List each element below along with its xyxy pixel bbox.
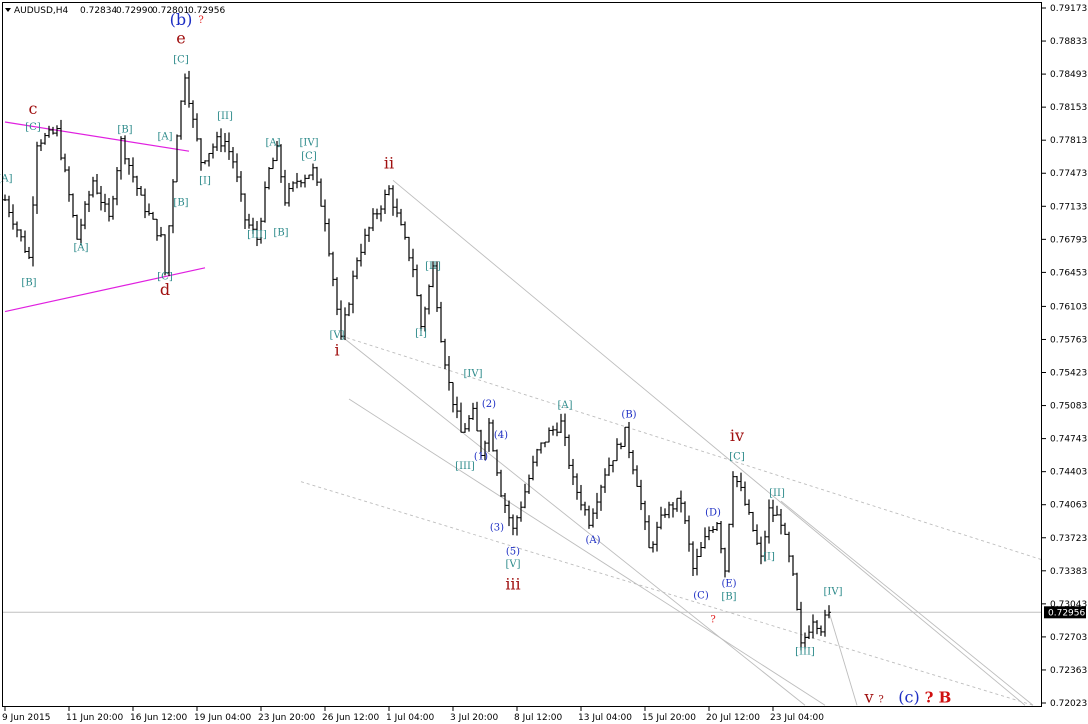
y-tick-label: 0.78493 (1050, 70, 1087, 80)
wave-label: [B] (721, 591, 736, 602)
wave-label: [II] (769, 488, 785, 499)
wave-label: [V] (329, 330, 344, 341)
wave-label: (2) (482, 399, 496, 410)
y-tick-label: 0.74063 (1050, 501, 1087, 511)
wave-label: [A] (157, 132, 172, 143)
wave-label: [IV] (464, 369, 483, 380)
wave-label: [A] (265, 137, 280, 148)
x-tick-label: 1 Jul 04:00 (386, 713, 435, 723)
x-tick-label: 3 Jul 20:00 (450, 713, 499, 723)
wave-label: [A] (73, 242, 88, 253)
wave-label: d (160, 280, 170, 299)
y-tick-label: 0.77813 (1050, 136, 1087, 146)
wave-label: [A] (0, 173, 13, 184)
y-tick-label: 0.77473 (1050, 169, 1087, 179)
y-tick-label: 0.77133 (1050, 202, 1087, 212)
wave-label: ? (198, 15, 203, 26)
open-value: 0.72834 (80, 6, 117, 16)
y-tick-label: 0.72023 (1050, 699, 1087, 709)
y-tick-label: 0.75423 (1050, 369, 1087, 379)
wave-label: [C] (173, 55, 189, 66)
x-tick-label: 13 Jul 04:00 (578, 713, 632, 723)
x-tick-label: 16 Jun 12:00 (130, 713, 187, 723)
high-value: 0.72990 (116, 6, 153, 16)
y-tick-label: 0.76103 (1050, 302, 1087, 312)
wave-label: [C] (729, 451, 745, 462)
wave-label: [B] (117, 125, 132, 136)
y-tick-label: 0.78153 (1050, 103, 1087, 113)
wave-label: [III] (795, 647, 815, 658)
symbol-label: AUDUSD,H4 (14, 6, 69, 16)
wave-label: [B] (21, 277, 36, 288)
current-price-label: 0.72956 (1048, 608, 1085, 618)
wave-label: iii (505, 575, 520, 594)
wave-label: (C) (693, 590, 709, 601)
y-tick-label: 0.72703 (1050, 633, 1087, 643)
wave-label: (5) (506, 547, 520, 558)
y-tick-label: 0.72363 (1050, 666, 1087, 676)
wave-label: ? (925, 688, 934, 706)
y-tick-label: 0.79173 (1050, 4, 1087, 14)
wave-label: [B] (173, 198, 188, 209)
wave-label: [IV] (300, 137, 319, 148)
chart-header: AUDUSD,H4 0.72834 0.72990 0.72801 0.7295… (5, 6, 225, 16)
wave-label: ii (384, 154, 394, 173)
y-tick-label: 0.76453 (1050, 268, 1087, 278)
x-tick-label: 11 Jun 20:00 (66, 713, 123, 723)
x-tick-label: 23 Jun 20:00 (258, 713, 315, 723)
chart-canvas[interactable]: [A][B]c[C][A][B][A][B][C]d(b)?e[C][II][I… (0, 0, 1088, 724)
wave-label: [I] (763, 551, 775, 562)
wave-label: [IV] (824, 586, 843, 597)
y-tick-label: 0.73383 (1050, 567, 1087, 577)
wave-label: [I] (415, 328, 427, 339)
x-tick-label: 8 Jul 12:00 (514, 713, 563, 723)
wave-label: (3) (490, 522, 504, 533)
chart-background (0, 0, 1088, 724)
wave-label: [I] (199, 175, 211, 186)
wave-label: (4) (494, 430, 508, 441)
y-tick-label: 0.75083 (1050, 402, 1087, 412)
y-tick-label: 0.74403 (1050, 468, 1087, 478)
wave-label: [II] (425, 261, 441, 272)
y-tick-label: 0.73723 (1050, 534, 1087, 544)
x-tick-label: 26 Jun 12:00 (322, 713, 379, 723)
close-value: 0.72956 (188, 6, 225, 16)
wave-label: (c) (898, 687, 919, 706)
wave-label: v (863, 687, 873, 706)
x-tick-label: 23 Jul 04:00 (770, 713, 824, 723)
y-tick-label: 0.76793 (1050, 235, 1087, 245)
wave-label: (1) (474, 451, 488, 462)
wave-label: [C] (25, 122, 41, 133)
wave-label: [A] (557, 400, 572, 411)
wave-label: [III] (247, 230, 267, 241)
low-value: 0.72801 (152, 6, 189, 16)
wave-label: c (29, 99, 38, 118)
x-tick-label: 19 Jun 04:00 (194, 713, 251, 723)
y-tick-label: 0.74743 (1050, 435, 1087, 445)
wave-label: B (939, 688, 952, 706)
x-tick-label: 9 Jun 2015 (2, 713, 50, 723)
wave-label: e (176, 28, 185, 47)
wave-label: ? (710, 615, 715, 626)
wave-label: [III] (455, 461, 475, 472)
wave-label: [C] (301, 151, 317, 162)
wave-label: [B] (273, 228, 288, 239)
wave-label: [V] (505, 559, 520, 570)
y-tick-label: 0.78833 (1050, 37, 1087, 47)
wave-label: (B) (621, 410, 636, 421)
wave-label: [II] (217, 111, 233, 122)
wave-label: i (334, 340, 339, 359)
wave-label: iv (730, 426, 744, 445)
x-tick-label: 20 Jul 12:00 (706, 713, 760, 723)
wave-label: (A) (585, 535, 600, 546)
wave-label: ? (878, 694, 883, 705)
x-tick-label: 15 Jul 20:00 (642, 713, 696, 723)
wave-label: (D) (705, 508, 721, 519)
wave-label: (E) (721, 579, 736, 590)
y-tick-label: 0.75763 (1050, 335, 1087, 345)
